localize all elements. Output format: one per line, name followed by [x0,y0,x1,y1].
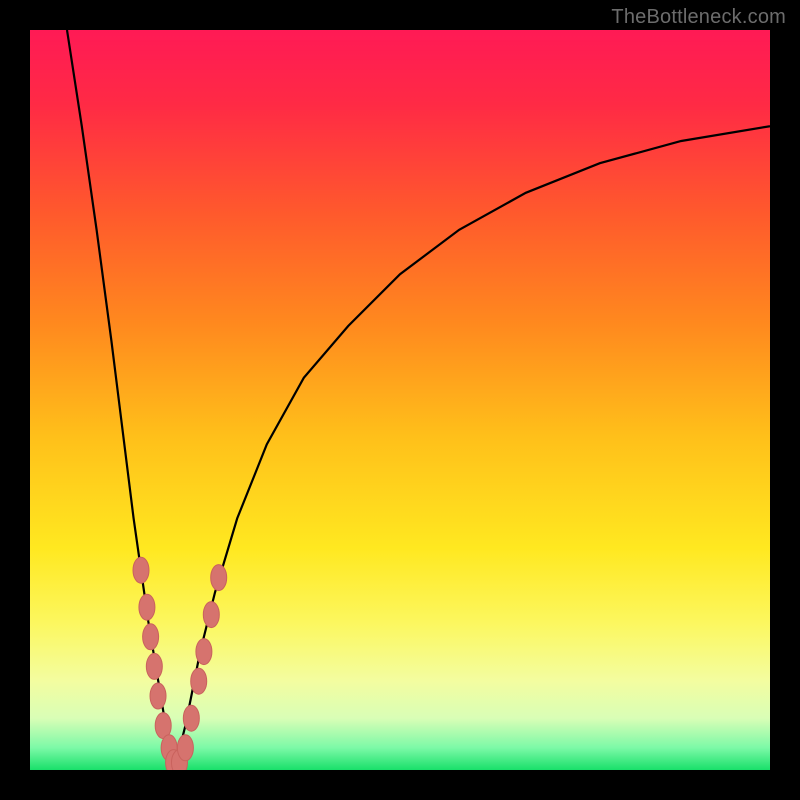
data-marker [150,683,166,709]
outer-black-frame: TheBottleneck.com [0,0,800,800]
data-marker [211,565,227,591]
data-marker [177,735,193,761]
data-marker [146,653,162,679]
watermark-text: TheBottleneck.com [611,6,786,29]
plot-area [30,30,770,770]
data-marker [143,624,159,650]
data-marker [133,557,149,583]
data-marker [139,594,155,620]
data-marker [191,668,207,694]
data-marker [196,639,212,665]
data-marker [183,705,199,731]
marker-layer [30,30,770,770]
data-marker [203,602,219,628]
